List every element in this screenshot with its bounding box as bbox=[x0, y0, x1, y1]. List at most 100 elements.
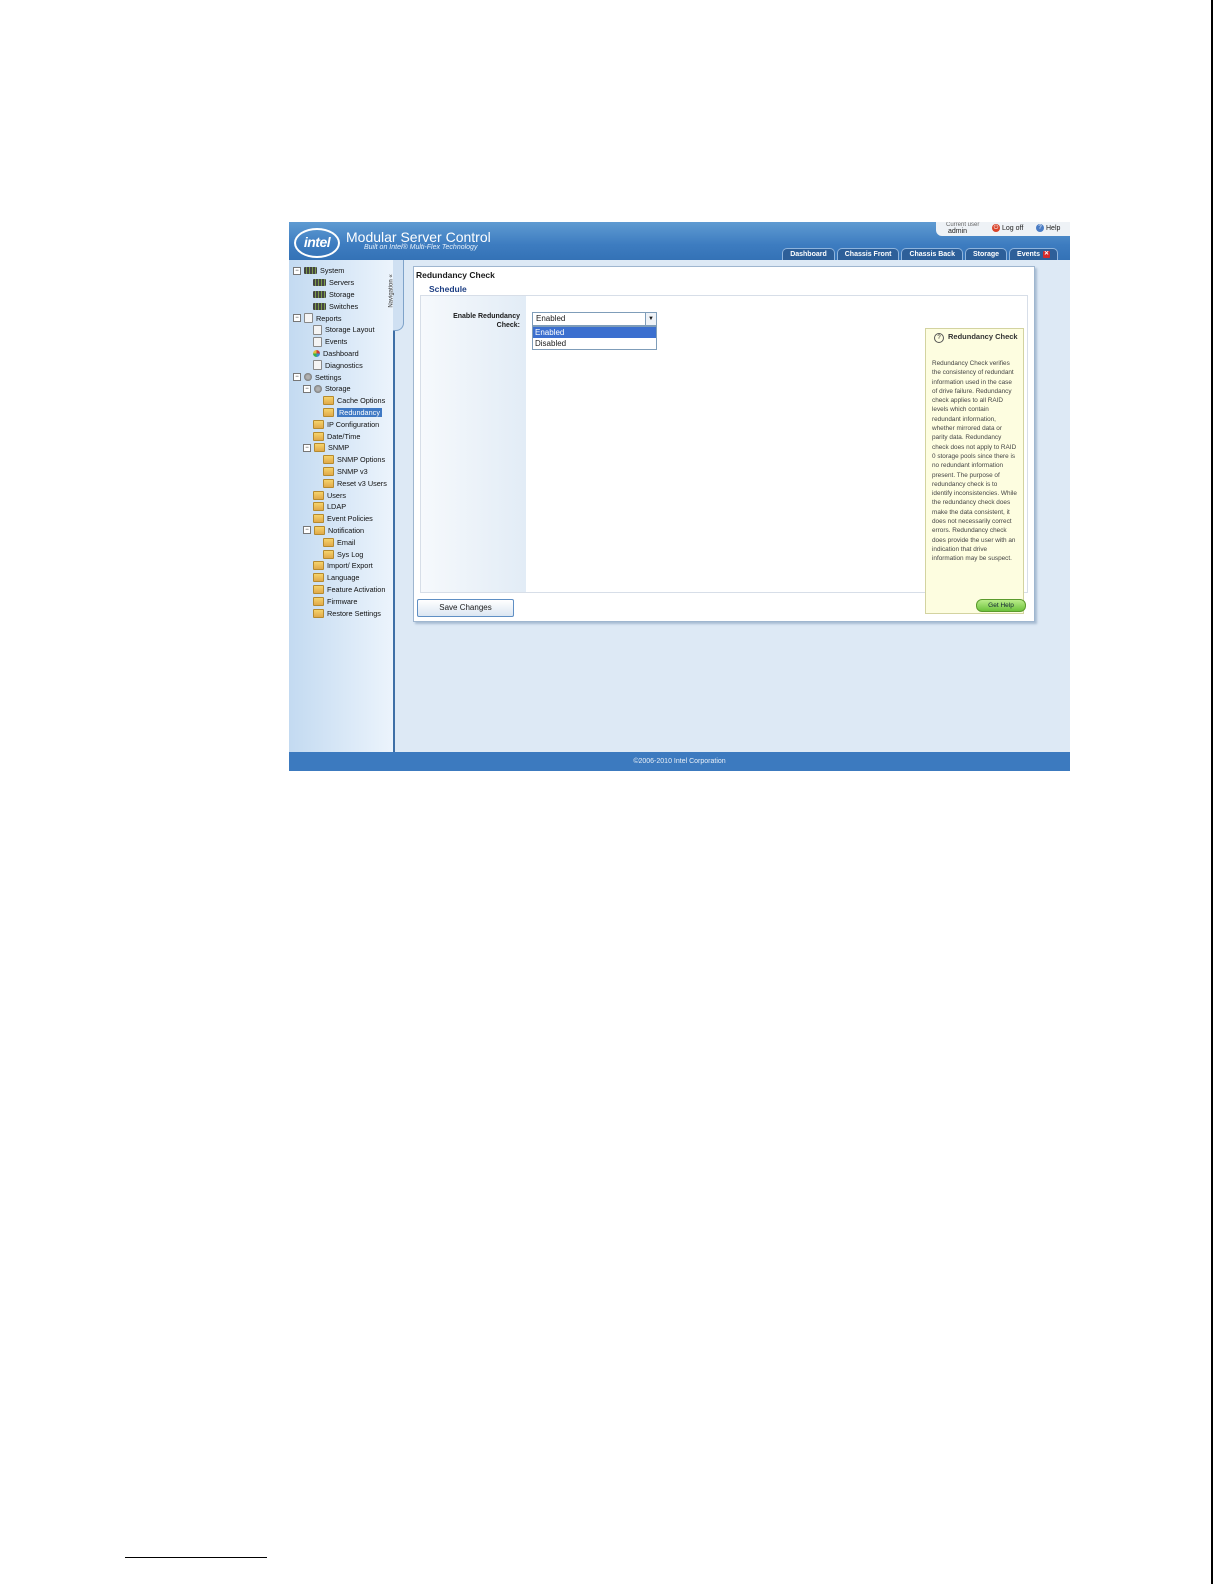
collapse-icon[interactable]: − bbox=[303, 526, 311, 535]
footer: ©2006-2010 Intel Corporation bbox=[289, 752, 1070, 771]
copyright-text: ©2006-2010 Intel Corporation bbox=[633, 758, 726, 765]
nav-item-sys-log[interactable]: Sys Log bbox=[293, 548, 387, 560]
nav-item-date-time[interactable]: Date/Time bbox=[293, 430, 387, 442]
collapse-icon[interactable]: − bbox=[293, 373, 301, 382]
nav-item-settings-storage[interactable]: − Storage bbox=[293, 383, 387, 395]
tab-dashboard[interactable]: Dashboard bbox=[782, 248, 835, 260]
label-column: Enable Redundancy Check: bbox=[421, 296, 526, 592]
collapse-icon[interactable]: − bbox=[303, 384, 311, 393]
navigation-collapse-tab[interactable]: Navigation « bbox=[389, 260, 404, 331]
navigation-sidebar: − System Servers Storage Switches − Report… bbox=[289, 260, 395, 752]
gear-icon bbox=[314, 384, 322, 393]
form-area: Enable Redundancy Check: Enabled ▼ Enabl… bbox=[420, 295, 1028, 614]
folder-icon bbox=[314, 525, 325, 535]
navigation-collapse-label: Navigation « bbox=[388, 274, 395, 308]
nav-item-ip-configuration[interactable]: IP Configuration bbox=[293, 418, 387, 430]
folder-icon bbox=[313, 514, 324, 524]
nav-item-firmware[interactable]: Firmware bbox=[293, 595, 387, 607]
enable-redundancy-label: Enable Redundancy Check: bbox=[453, 313, 520, 329]
nav-item-dashboard[interactable]: Dashboard bbox=[293, 348, 387, 360]
folder-icon bbox=[313, 573, 324, 583]
help-box: ? Redundancy Check Redundancy Check veri… bbox=[925, 328, 1024, 614]
nav-item-users[interactable]: Users bbox=[293, 489, 387, 501]
header: intel Modular Server Control Built on In… bbox=[289, 222, 1070, 260]
nav-item-diagnostics[interactable]: Diagnostics bbox=[293, 359, 387, 371]
nav-item-events[interactable]: Events bbox=[293, 336, 387, 348]
app-subtitle: Built on Intel® Multi-Flex Technology bbox=[364, 244, 478, 251]
help-link[interactable]: ? Help bbox=[1036, 224, 1060, 232]
option-enabled[interactable]: Enabled bbox=[533, 327, 656, 338]
footnote-rule bbox=[125, 1557, 267, 1558]
help-box-title: Redundancy Check bbox=[948, 332, 1018, 341]
nav-item-snmp[interactable]: − SNMP bbox=[293, 442, 387, 454]
nav-item-settings[interactable]: − Settings bbox=[293, 371, 387, 383]
folder-icon bbox=[323, 396, 334, 406]
nav-item-redundancy[interactable]: Redundancy bbox=[293, 407, 387, 419]
folder-icon bbox=[313, 419, 324, 429]
nav-item-feature-activation[interactable]: Feature Activation bbox=[293, 584, 387, 596]
nav-item-reports[interactable]: − Reports bbox=[293, 312, 387, 324]
nav-item-cache-options[interactable]: Cache Options bbox=[293, 395, 387, 407]
help-icon: ? bbox=[1036, 224, 1044, 232]
close-icon[interactable]: ✕ bbox=[1043, 251, 1050, 258]
chevron-down-icon[interactable]: ▼ bbox=[645, 313, 656, 325]
folder-icon bbox=[323, 466, 334, 476]
redundancy-panel: Redundancy Check Schedule Enable Redunda… bbox=[413, 266, 1035, 622]
folder-icon bbox=[313, 431, 324, 441]
collapse-icon[interactable]: − bbox=[303, 443, 311, 452]
tab-chassis-back[interactable]: Chassis Back bbox=[901, 248, 963, 260]
folder-icon bbox=[313, 502, 324, 512]
folder-icon bbox=[313, 596, 324, 606]
intel-logo: intel bbox=[294, 228, 340, 258]
nav-item-import-export[interactable]: Import/ Export bbox=[293, 560, 387, 572]
nav-item-storage-layout[interactable]: Storage Layout bbox=[293, 324, 387, 336]
nav-item-ldap[interactable]: LDAP bbox=[293, 501, 387, 513]
save-changes-button[interactable]: Save Changes bbox=[417, 599, 514, 617]
collapse-icon[interactable]: − bbox=[293, 266, 301, 275]
nav-item-reset-v3-users[interactable]: Reset v3 Users bbox=[293, 477, 387, 489]
report-icon bbox=[304, 313, 313, 324]
folder-icon bbox=[314, 443, 325, 453]
section-title: Schedule bbox=[429, 284, 467, 294]
nav-item-storage[interactable]: Storage bbox=[293, 289, 387, 301]
nav-item-servers[interactable]: Servers bbox=[293, 277, 387, 289]
folder-icon bbox=[313, 490, 324, 500]
nav-tree: − System Servers Storage Switches − Report… bbox=[293, 265, 387, 619]
nav-item-system[interactable]: − System bbox=[293, 265, 387, 277]
server-icon bbox=[313, 279, 326, 287]
tab-storage[interactable]: Storage bbox=[964, 248, 1008, 260]
folder-icon bbox=[323, 478, 334, 488]
page-title: Redundancy Check bbox=[416, 270, 495, 280]
top-tabs: Dashboard Chassis Front Chassis Back Sto… bbox=[782, 248, 1058, 260]
storage-icon bbox=[313, 290, 326, 298]
nav-item-language[interactable]: Language bbox=[293, 572, 387, 584]
get-help-button[interactable]: Get Help bbox=[976, 599, 1026, 612]
gear-icon bbox=[304, 373, 312, 382]
tab-events[interactable]: Events ✕ bbox=[1009, 248, 1058, 260]
dashboard-icon bbox=[313, 349, 320, 357]
nav-item-email[interactable]: Email bbox=[293, 536, 387, 548]
nav-item-switches[interactable]: Switches bbox=[293, 300, 387, 312]
document-icon bbox=[313, 324, 322, 335]
nav-item-snmp-v3[interactable]: SNMP v3 bbox=[293, 466, 387, 478]
folder-icon bbox=[323, 537, 334, 547]
nav-item-event-policies[interactable]: Event Policies bbox=[293, 513, 387, 525]
folder-icon bbox=[313, 584, 324, 594]
select-value: Enabled bbox=[536, 314, 566, 323]
logoff-icon: ⏻ bbox=[992, 224, 1000, 232]
nav-item-snmp-options[interactable]: SNMP Options bbox=[293, 454, 387, 466]
tab-chassis-front[interactable]: Chassis Front bbox=[836, 248, 900, 260]
page-edge-line bbox=[1211, 0, 1213, 1584]
nav-item-restore-settings[interactable]: Restore Settings bbox=[293, 607, 387, 619]
collapse-icon[interactable]: − bbox=[293, 314, 301, 323]
option-disabled[interactable]: Disabled bbox=[533, 338, 656, 349]
nav-item-notification[interactable]: − Notification bbox=[293, 525, 387, 537]
help-label: Help bbox=[1046, 224, 1061, 232]
folder-icon bbox=[323, 407, 334, 417]
switch-icon bbox=[313, 302, 326, 310]
enable-redundancy-select[interactable]: Enabled ▼ bbox=[532, 312, 657, 326]
user-bar: Current user admin ⏻ Log off ? Help bbox=[936, 222, 1070, 236]
question-icon: ? bbox=[934, 333, 944, 343]
system-icon bbox=[304, 267, 317, 275]
logoff-link[interactable]: ⏻ Log off bbox=[992, 224, 1023, 232]
